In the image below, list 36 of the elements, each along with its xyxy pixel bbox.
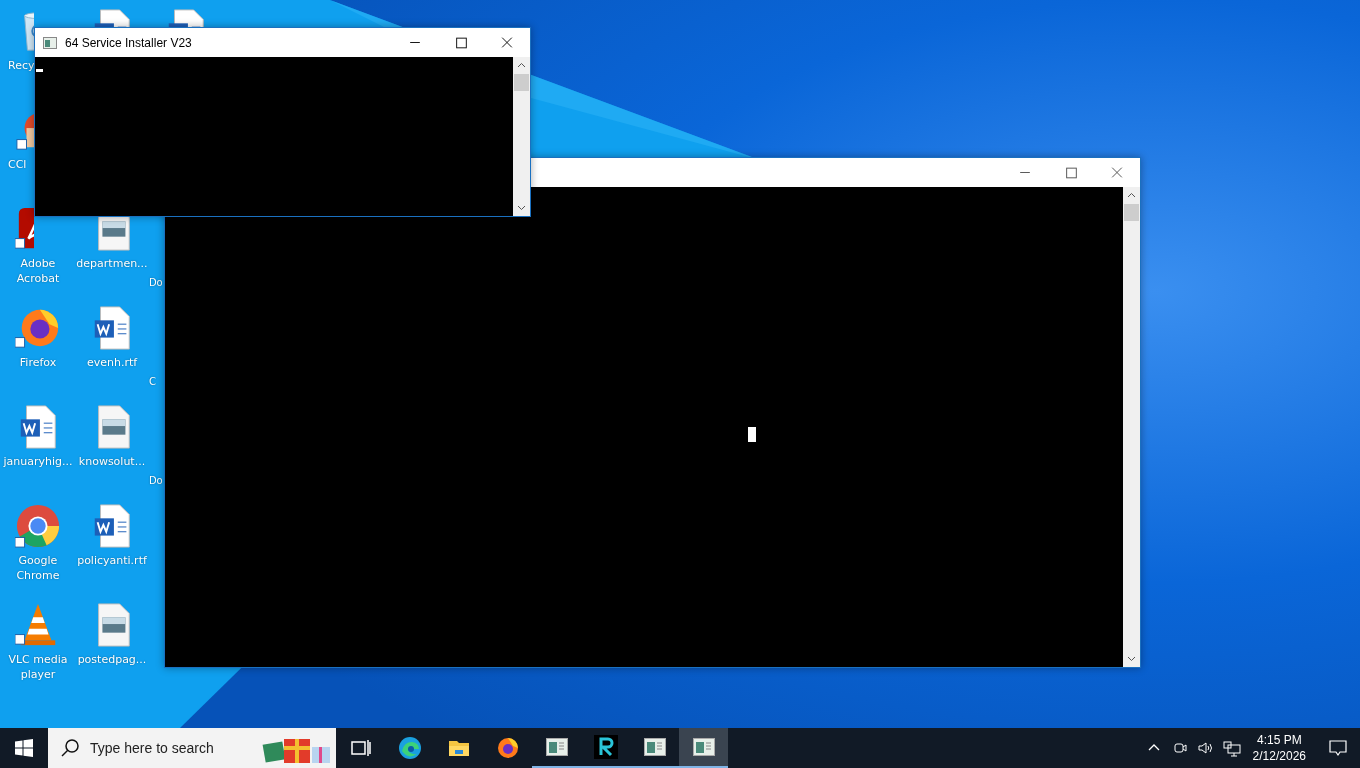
browser-wave-icon	[397, 736, 422, 760]
icon-label: policyanti.rtf	[77, 553, 147, 568]
icon-label: Firefox	[19, 355, 57, 370]
icon-label: VLC media player	[7, 652, 69, 682]
console-app-icon	[544, 735, 569, 759]
icon-label: Do	[149, 276, 163, 290]
icon-label: januaryhig...	[3, 454, 73, 469]
icon-label: Do	[149, 474, 163, 488]
browser-icon[interactable]	[15, 503, 61, 549]
search-field[interactable]: Type here to search	[88, 739, 262, 757]
notification-icon[interactable]	[1328, 738, 1348, 758]
console-app-icon	[42, 34, 58, 51]
icon-label: departmen...	[76, 256, 148, 271]
icon-label: postedpag...	[77, 652, 147, 667]
console-app-icon	[691, 735, 716, 759]
icon-label: C	[149, 375, 156, 389]
r-app-icon	[593, 735, 618, 759]
scrollbar[interactable]	[1123, 187, 1140, 667]
search-icon	[60, 738, 80, 758]
taskbar-app[interactable]	[679, 728, 728, 768]
icon-label: Recy	[7, 58, 35, 73]
icon-label: evenh.rtf	[86, 355, 138, 370]
icon-label: Adobe Acrobat	[15, 256, 61, 286]
windows-logo-icon	[15, 739, 33, 757]
clock[interactable]: 4:15 PM 2/12/2026	[1244, 732, 1314, 764]
icon-label: Google Chrome	[15, 553, 61, 583]
browser-fox-icon	[495, 736, 520, 760]
network-icon[interactable]	[1221, 738, 1242, 758]
icon-label: CCl	[7, 157, 27, 172]
search-box[interactable]: Type here to search	[48, 728, 336, 768]
window-title: 64 Service Installer V23	[65, 35, 192, 50]
scrollbar[interactable]	[513, 57, 530, 216]
scrollbar-thumb[interactable]	[1124, 204, 1139, 221]
console-app-icon	[642, 735, 667, 759]
icon-label: knowsolut...	[78, 454, 146, 469]
scrollbar-thumb[interactable]	[514, 74, 529, 91]
